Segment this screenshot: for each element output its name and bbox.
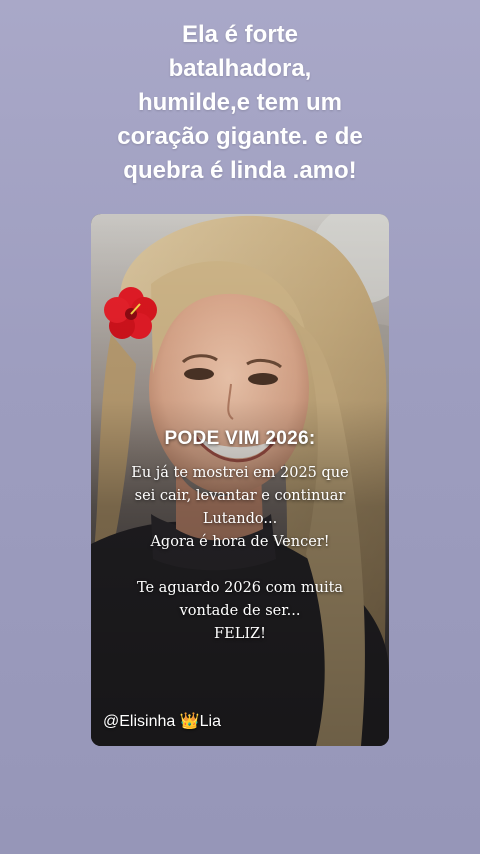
photo-card[interactable]: PODE VIM 2026: Eu já te mostrei em 2025 …	[91, 214, 389, 746]
user-handle[interactable]: @Elisinha 👑Lia	[103, 711, 221, 731]
story-caption: Ela é forte batalhadora, humilde,e tem u…	[117, 21, 363, 184]
card-message: Eu já te mostrei em 2025 que sei cair, l…	[131, 465, 349, 642]
card-headline: PODE VIM 2026:	[164, 428, 316, 449]
